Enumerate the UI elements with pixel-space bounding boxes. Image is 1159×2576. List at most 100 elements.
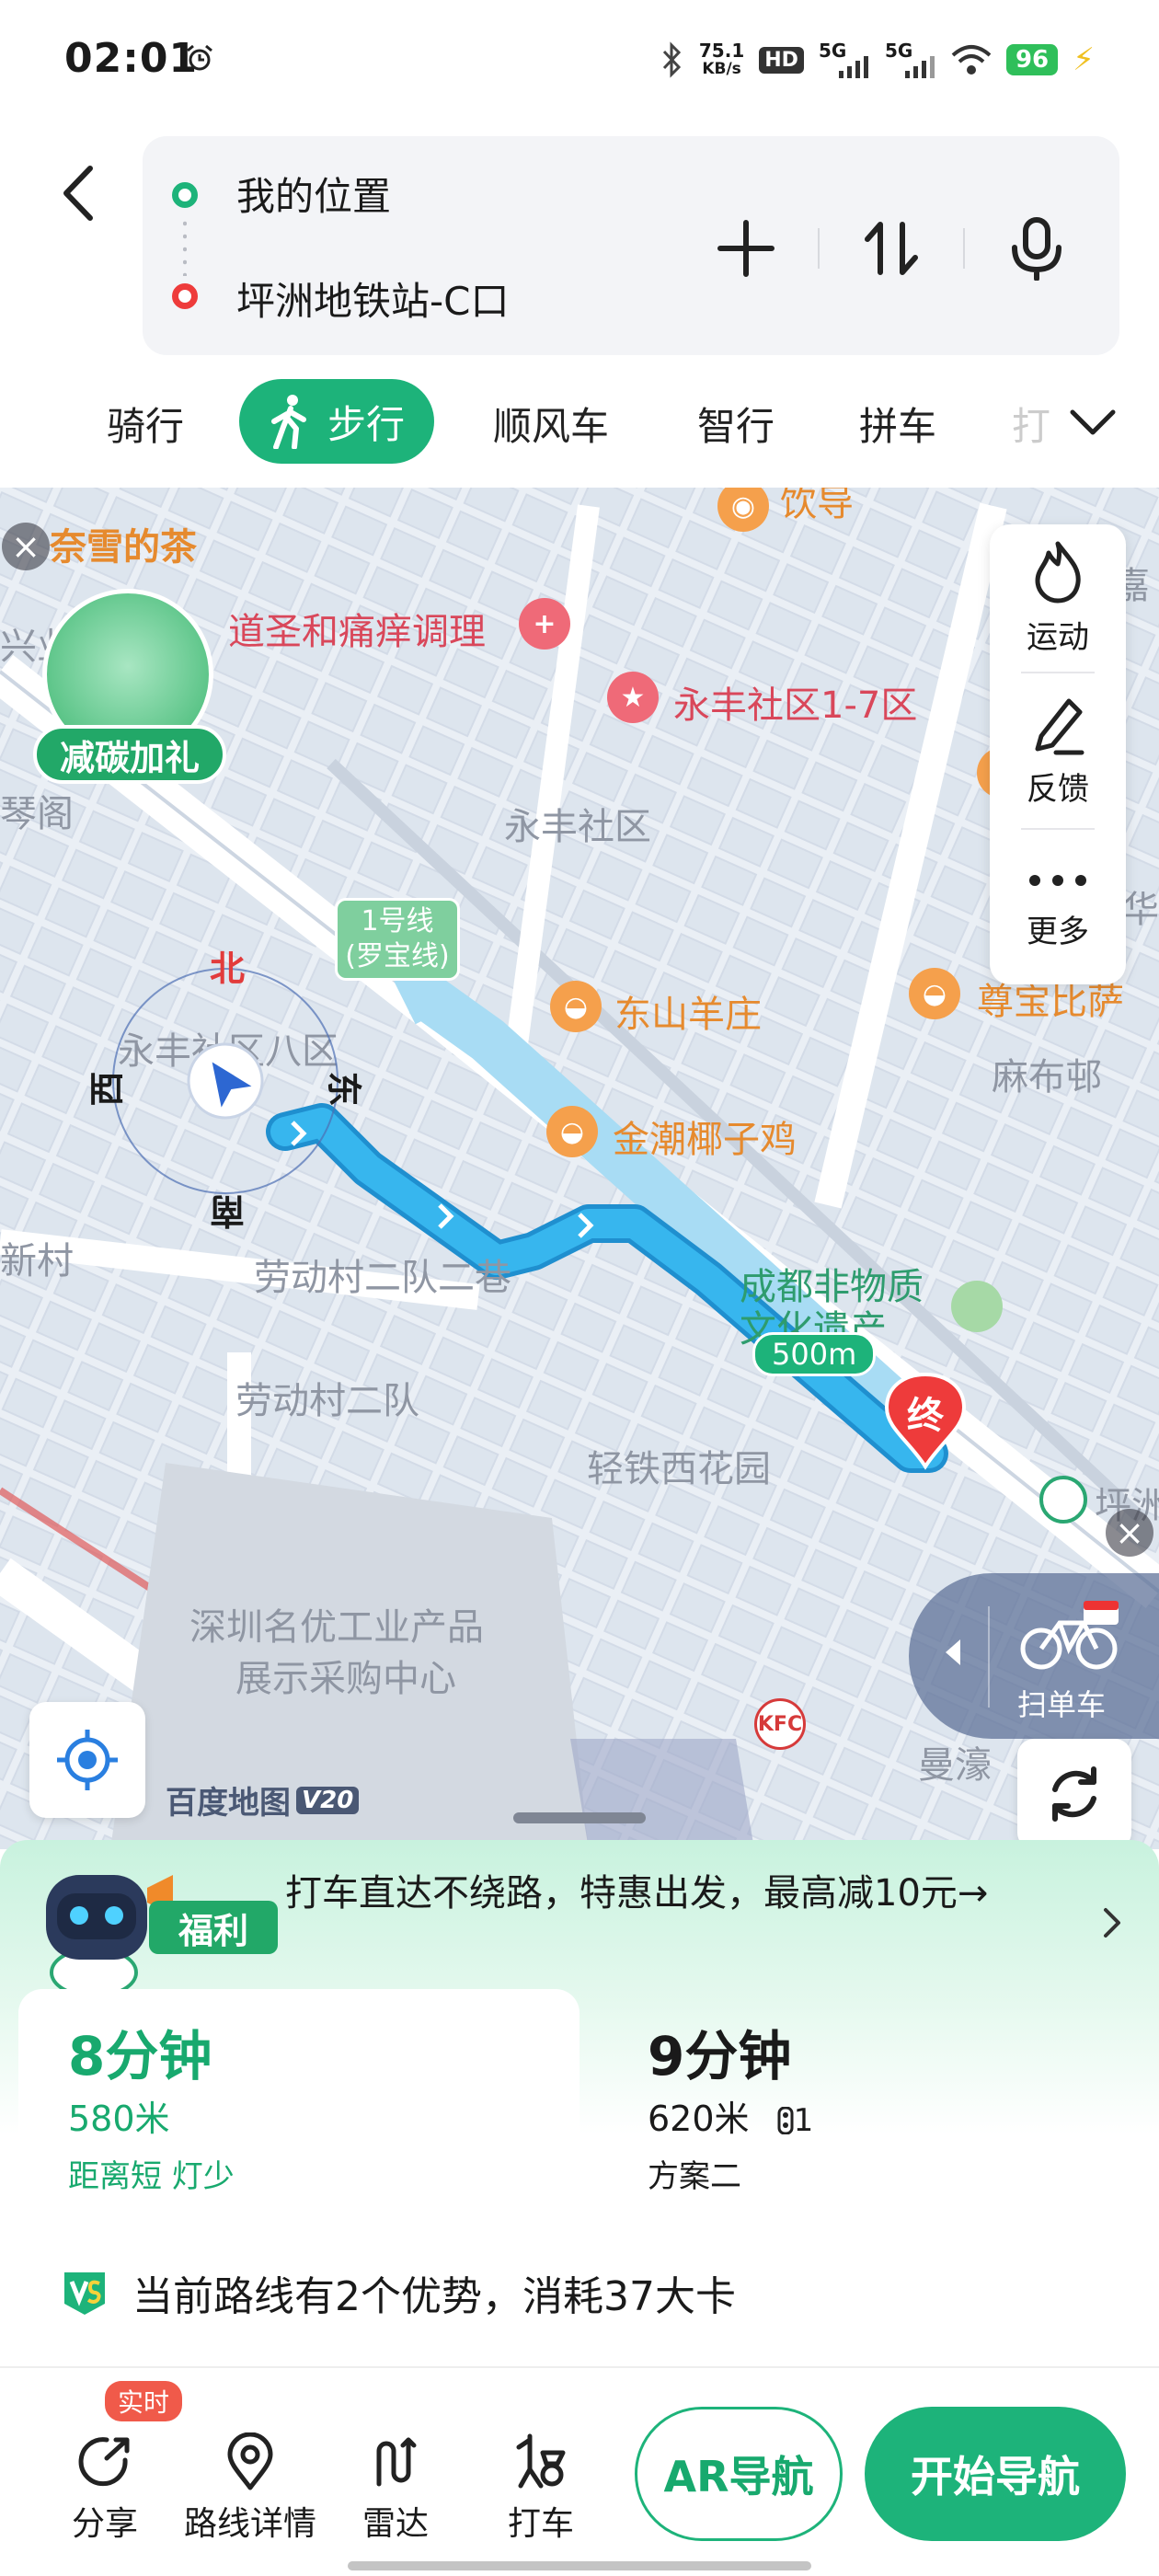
area-label: 劳动村二队 (235, 1380, 419, 1422)
collapse-arrow-icon[interactable] (944, 1638, 962, 1667)
route-connector (183, 217, 187, 276)
start-navigation-button[interactable]: 开始导航 (865, 2407, 1126, 2541)
welfare-banner[interactable]: 福利 打车直达不绕路，特惠出发，最高减10元→ (29, 1849, 1133, 1996)
bike-label: 扫单车 (1017, 1687, 1107, 1722)
plan-distance: 620米 1 (648, 2099, 814, 2139)
status-indicators: 75.1 KB/s HD 5G 5G 96 ⚡ (660, 37, 1095, 83)
vs-badge-icon (64, 2272, 105, 2315)
alarm-icon (187, 44, 212, 71)
welfare-badge: 福利 (149, 1901, 278, 1954)
locate-button[interactable] (29, 1702, 145, 1818)
star-pin-icon[interactable]: ★ (607, 672, 659, 723)
bike-scan-panel[interactable]: 扫单车 (909, 1573, 1159, 1739)
tab-share-ride[interactable]: 拼车 (859, 396, 936, 452)
route-detail-icon (227, 2432, 273, 2490)
area-label: 麻布邨 (992, 1056, 1102, 1098)
route-plan-2[interactable]: 9分钟 620米 1 方案二 (580, 1989, 1141, 2210)
area-label: 永丰社区 (504, 806, 651, 848)
chevron-down-icon[interactable] (1065, 394, 1120, 449)
destination-field[interactable]: 坪洲地铁站-C口 (236, 270, 509, 327)
poi-label[interactable]: 金潮椰子鸡 (613, 1110, 797, 1163)
pen-icon (1035, 698, 1084, 754)
traffic-light-count: 1 (777, 2102, 813, 2139)
close-bike-icon[interactable]: × (1106, 1509, 1153, 1557)
route-advantage[interactable]: 当前路线有2个优势，消耗37大卡 (61, 2263, 736, 2322)
map-side-tools: 运动 反馈 更多 (990, 524, 1126, 984)
start-point-icon (172, 182, 198, 208)
locate-icon (57, 1730, 118, 1790)
plan-tag: 方案二 (648, 2158, 741, 2195)
map-view[interactable]: ◉ + ★ ◒ ◒ ◒ ◒ KFC 奈雪的茶 饮导 嘉 兴业 道圣和痛痒调理 永… (0, 488, 1159, 1849)
taxi-icon (516, 2433, 566, 2489)
chevron-right-icon (1104, 1908, 1120, 1938)
map-brand: 百度地图 V20 (166, 1777, 360, 1823)
medical-pin-icon[interactable]: + (519, 598, 570, 650)
route-plans: 8分钟 580米 距离短 灯少 9分钟 620米 1 方案二 (18, 1989, 1141, 2210)
signal-bars-icon (838, 56, 868, 78)
route-plan-1[interactable]: 8分钟 580米 距离短 灯少 (18, 1989, 580, 2210)
area-label: 展示采购中心 (235, 1658, 456, 1700)
sheet-drag-handle[interactable] (513, 1812, 646, 1823)
signal-5g-2: 5G (885, 40, 936, 80)
charging-icon: ⚡ (1073, 41, 1095, 78)
back-button[interactable] (55, 161, 101, 225)
compass-north: 北 (210, 949, 246, 989)
microphone-icon (1012, 217, 1061, 281)
divider (1021, 828, 1095, 830)
feedback-tool[interactable]: 反馈 (990, 676, 1126, 823)
taxi-button[interactable]: 打车 (486, 2432, 596, 2545)
signal-bars-icon (904, 56, 935, 78)
hd-badge: HD (759, 46, 804, 74)
radar-button[interactable]: 雷达 (340, 2432, 451, 2545)
swap-button[interactable] (845, 202, 937, 294)
divider (1021, 672, 1095, 673)
kfc-pin-icon[interactable]: KFC (754, 1698, 806, 1750)
origin-field[interactable]: 我的位置 (236, 166, 391, 222)
compass[interactable]: 北 南 东 西 (87, 949, 364, 1231)
home-indicator[interactable] (348, 2561, 811, 2570)
compass-west: 西 (86, 1071, 128, 1107)
plus-icon (717, 220, 775, 277)
food-pin-icon[interactable]: ◒ (546, 1106, 598, 1157)
more-icon (1029, 874, 1086, 886)
swap-icon (865, 222, 918, 275)
poi-label[interactable]: 奈雪的茶 (50, 517, 197, 570)
live-badge: 实时 (105, 2381, 183, 2421)
ar-navigation-button[interactable]: AR导航 (635, 2407, 843, 2541)
tab-partial[interactable]: 打 (1012, 396, 1050, 452)
close-promo-icon[interactable]: × (2, 523, 50, 570)
poi-label[interactable]: 道圣和痛痒调理 (228, 602, 486, 655)
add-waypoint-button[interactable] (700, 202, 792, 294)
status-bar: 02:01 75.1 KB/s HD 5G 5G 96 ⚡ (0, 0, 1159, 120)
battery-indicator: 96 (1005, 44, 1059, 75)
voice-button[interactable] (991, 202, 1083, 294)
food-pin-icon[interactable]: ◒ (909, 968, 960, 1019)
net-speed: 75.1 KB/s (698, 40, 745, 78)
tab-cycling[interactable]: 骑行 (107, 396, 184, 452)
sport-tool[interactable]: 运动 (990, 524, 1126, 672)
tab-smart[interactable]: 智行 (697, 396, 775, 452)
metro-line-label[interactable]: 1号线(罗宝线) (335, 898, 460, 981)
area-label: 深圳名优工业产品 (189, 1606, 484, 1649)
tab-walking[interactable]: 步行 (239, 379, 435, 464)
distance-chip: 500m (752, 1332, 877, 1376)
poi-label[interactable]: 饮导 (780, 488, 854, 526)
end-marker[interactable]: 终 (881, 1371, 970, 1472)
compass-east: 东 (323, 1071, 364, 1107)
poi-label[interactable]: 东山羊庄 (614, 984, 762, 1038)
promo-label: 减碳加礼 (33, 725, 226, 784)
carbon-promo[interactable]: 减碳加礼 (33, 589, 226, 784)
share-button[interactable]: 分享 (50, 2432, 160, 2545)
welfare-text: 打车直达不绕路，特惠出发，最高减10元→ (285, 1872, 989, 1915)
route-detail-button[interactable]: 路线详情 (184, 2432, 316, 2545)
compass-south: 南 (210, 1190, 246, 1231)
tab-carpool-ride[interactable]: 顺风车 (493, 396, 609, 452)
plan-time: 8分钟 (68, 2025, 212, 2087)
signal-5g-1: 5G (819, 40, 870, 80)
poi-label[interactable]: 永丰社区1-7区 (673, 675, 917, 729)
more-tool[interactable]: 更多 (990, 833, 1126, 980)
refresh-button[interactable] (1017, 1739, 1131, 1849)
divider (963, 228, 965, 269)
travel-mode-tabs: 骑行 步行 顺风车 智行 拼车 打 (0, 368, 1159, 478)
food-pin-icon[interactable]: ◒ (550, 981, 602, 1032)
